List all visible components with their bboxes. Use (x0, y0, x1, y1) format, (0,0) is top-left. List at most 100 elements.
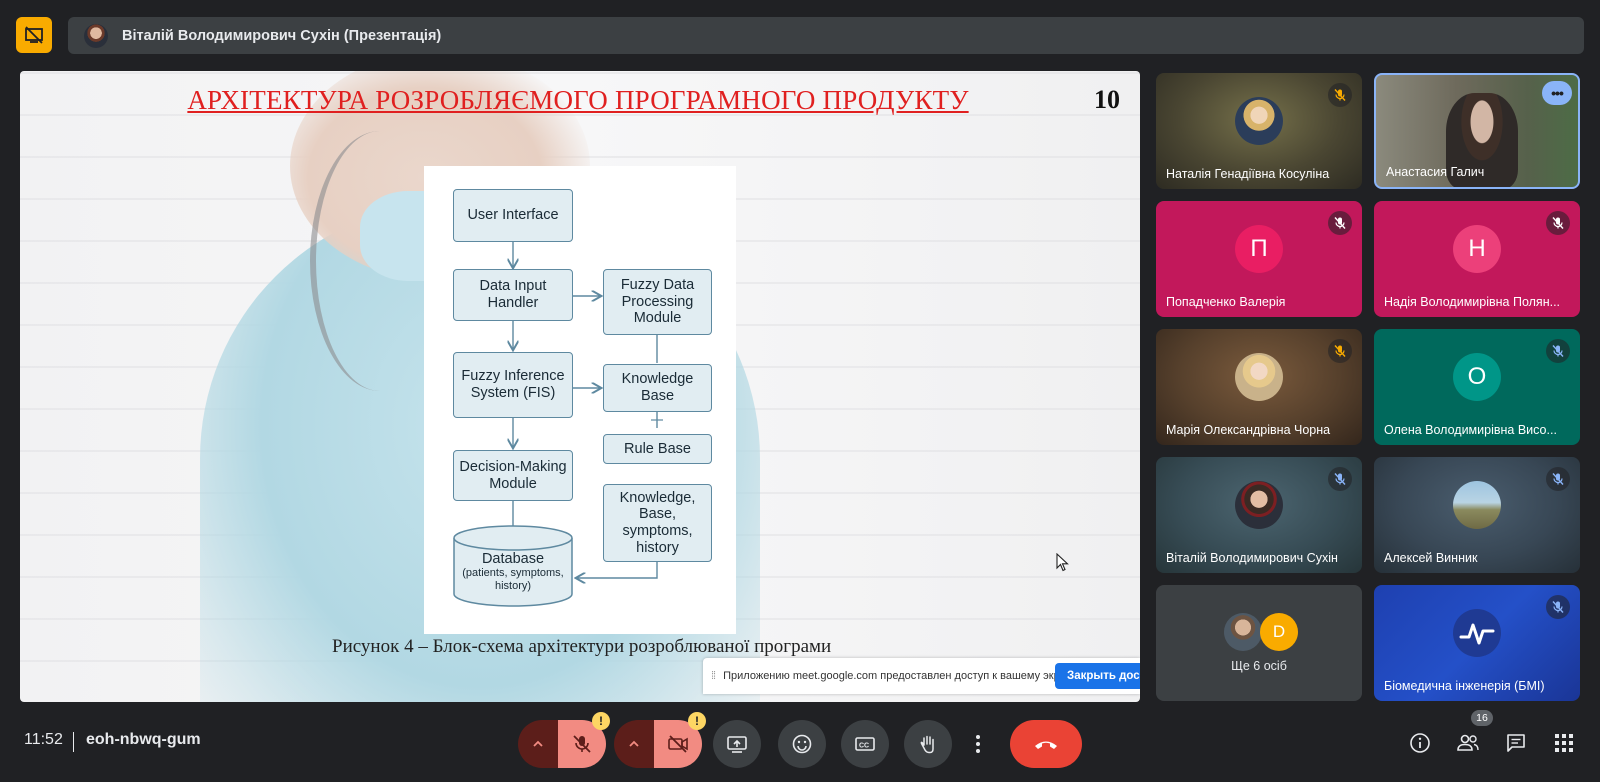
presentation-off-icon (25, 26, 43, 44)
slide-title: АРХІТЕКТУРА РОЗРОБЛЯЄМОГО ПРОГРАМНОГО ПР… (187, 85, 969, 115)
mouse-cursor-icon (1056, 553, 1069, 572)
emoji-icon (792, 734, 812, 754)
more-options-button[interactable]: ••• (1542, 81, 1572, 105)
end-call-icon (1035, 741, 1057, 749)
people-count-badge: 16 (1471, 710, 1493, 726)
slide-number: 10 (1094, 85, 1120, 114)
decision-making-box: Decision-Making Module (453, 450, 573, 501)
participant-avatar (1235, 97, 1283, 145)
data-input-handler-box: Data Input Handler (453, 269, 573, 321)
participant-name: Віталій Володимирович Сухін (1166, 551, 1338, 565)
participant-avatar (1224, 613, 1262, 651)
participant-tile[interactable]: Віталій Володимирович Сухін (1156, 457, 1362, 573)
controls-bar: 11:52 eoh-nbwq-gum ! ! CC 16 (0, 702, 1600, 782)
participant-name: Наталія Генадіївна Косуліна (1166, 167, 1330, 181)
participant-name: Надія Володимирівна Полян... (1384, 295, 1561, 309)
bmi-logo-icon (1453, 609, 1501, 657)
others-tile[interactable]: D Ще 6 осіб (1156, 585, 1362, 701)
camera-off-icon (668, 735, 688, 753)
presenter-banner: Віталій Володимирович Сухін (Презентація… (68, 17, 1584, 54)
fis-box: Fuzzy Inference System (FIS) (453, 352, 573, 418)
current-time: 11:52 (24, 731, 63, 748)
mic-off-icon (1328, 339, 1352, 363)
participant-avatar (1453, 481, 1501, 529)
people-icon (1457, 734, 1479, 751)
mic-off-icon (1546, 339, 1570, 363)
participant-avatar (1235, 353, 1283, 401)
participant-name: Марія Олександрівна Чорна (1166, 423, 1331, 437)
microphone-toggle-button[interactable]: ! (558, 712, 610, 768)
screen-share-notice: ⁞⁞ Приложению meet.google.com предоставл… (703, 658, 1140, 694)
presenter-title: Віталій Володимирович Сухін (Презентація… (122, 27, 442, 44)
activities-button[interactable] (1551, 730, 1577, 756)
raise-hand-button[interactable] (904, 720, 952, 768)
database-label: Database (patients, symptoms, history) (454, 551, 572, 593)
more-options-button[interactable] (966, 720, 990, 768)
meeting-code: eoh-nbwq-gum (86, 731, 201, 748)
chat-button[interactable] (1503, 730, 1529, 756)
drag-handle-icon[interactable]: ⁞⁞ (711, 670, 716, 682)
mic-off-icon (1546, 467, 1570, 491)
stop-presenting-button[interactable] (16, 17, 52, 53)
divider (73, 732, 74, 752)
captions-button[interactable]: CC (841, 720, 889, 768)
participant-name: Попадченко Валерія (1166, 295, 1286, 309)
participant-tile[interactable]: Наталія Генадіївна Косуліна (1156, 73, 1362, 189)
database-title: Database (481, 551, 545, 567)
stop-sharing-button[interactable]: Закрыть доступ (1055, 663, 1140, 689)
participant-tile[interactable]: Н Надія Володимирівна Полян... (1374, 201, 1580, 317)
participant-avatar: О (1453, 353, 1501, 401)
more-vert-icon (976, 735, 980, 753)
share-notice-text: Приложению meet.google.com предоставлен … (723, 670, 1080, 682)
participant-tile[interactable]: Біомедична інженерія (БМІ) (1374, 585, 1580, 701)
others-count-label: Ще 6 осіб (1231, 659, 1287, 673)
people-button[interactable] (1455, 730, 1481, 756)
mic-off-icon (573, 735, 591, 753)
participant-avatar: П (1235, 225, 1283, 273)
participant-avatar (1235, 481, 1283, 529)
participant-tile[interactable]: П Попадченко Валерія (1156, 201, 1362, 317)
hand-icon (920, 735, 934, 754)
leave-call-button[interactable] (1010, 720, 1082, 768)
audio-settings-button[interactable] (518, 720, 558, 768)
participant-avatar: Н (1453, 225, 1501, 273)
fuzzy-data-processing-box: Fuzzy Data Processing Module (603, 269, 712, 335)
video-settings-button[interactable] (614, 720, 654, 768)
figure-caption: Рисунок 4 – Блок-схема архітектури розро… (332, 636, 832, 657)
participant-tile[interactable]: О Олена Володимирівна Висо... (1374, 329, 1580, 445)
participant-name: Алексей Винник (1384, 551, 1478, 565)
participant-name: Біомедична інженерія (БМІ) (1384, 679, 1545, 693)
top-bar: Віталій Володимирович Сухін (Презентація… (0, 0, 1600, 68)
participant-tile[interactable]: Марія Олександрівна Чорна (1156, 329, 1362, 445)
present-screen-button[interactable] (713, 720, 761, 768)
participant-avatar: D (1260, 613, 1298, 651)
svg-text:CC: CC (859, 743, 869, 750)
architecture-diagram: User Interface Data Input Handler Fuzzy … (424, 166, 736, 634)
user-interface-box: User Interface (453, 189, 573, 242)
knowledge-symptoms-box: Knowledge, Base, symptoms, history (603, 484, 712, 562)
mic-off-icon (1546, 595, 1570, 619)
meeting-info-button[interactable] (1407, 730, 1433, 756)
mic-off-icon (1328, 211, 1352, 235)
participant-name: Анастасия Галич (1386, 165, 1485, 179)
captions-icon: CC (855, 737, 875, 751)
chat-icon (1507, 734, 1525, 752)
info-icon (1410, 733, 1430, 753)
mic-off-icon (1328, 467, 1352, 491)
database-subtitle: (patients, symptoms, history) (462, 567, 564, 593)
camera-toggle-button[interactable]: ! (654, 712, 706, 768)
warning-badge: ! (688, 712, 706, 730)
present-screen-icon (727, 736, 747, 753)
mic-off-icon (1328, 83, 1352, 107)
chevron-up-icon (629, 740, 639, 747)
participant-name: Олена Володимирівна Висо... (1384, 423, 1557, 437)
others-avatars: D (1156, 585, 1362, 701)
apps-grid-icon (1555, 734, 1573, 752)
participant-tile[interactable]: Алексей Винник (1374, 457, 1580, 573)
chevron-up-icon (533, 740, 543, 747)
participant-tile[interactable]: ••• Анастасия Галич (1374, 73, 1580, 189)
presentation-slide: АРХІТЕКТУРА РОЗРОБЛЯЄМОГО ПРОГРАМНОГО ПР… (20, 71, 1140, 702)
reactions-button[interactable] (778, 720, 826, 768)
mic-off-icon (1546, 211, 1570, 235)
knowledge-base-box: Knowledge Base (603, 364, 712, 412)
